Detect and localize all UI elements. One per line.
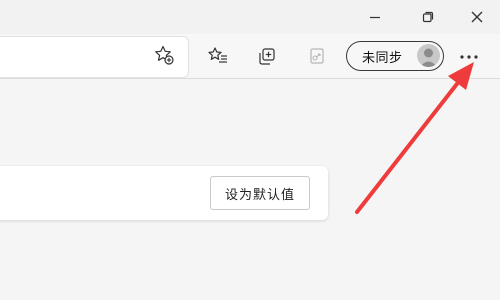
avatar-icon [417,44,440,67]
default-browser-card: 设为默认值 [0,166,328,220]
add-favorite-star-icon [155,45,174,65]
collections-icon [259,48,275,65]
address-bar[interactable] [0,36,189,78]
add-favorite-button[interactable] [148,39,180,71]
favorites-button[interactable] [202,40,234,72]
minimize-icon [370,16,380,19]
restore-icon [422,11,434,23]
favorites-list-icon [208,47,227,63]
minimize-button[interactable] [352,0,398,34]
title-bar [0,0,500,34]
more-options-button[interactable] [453,42,485,72]
more-options-icon [460,55,478,59]
restore-button[interactable] [405,0,451,34]
set-default-button[interactable]: 设为默认值 [210,176,310,210]
profile-button[interactable]: 未同步 [346,41,444,71]
close-button[interactable] [454,0,500,34]
share-icon [310,48,324,64]
collections-button[interactable] [251,40,283,72]
close-icon [471,11,483,23]
share-button [301,40,333,72]
profile-sync-label: 未同步 [362,50,403,66]
